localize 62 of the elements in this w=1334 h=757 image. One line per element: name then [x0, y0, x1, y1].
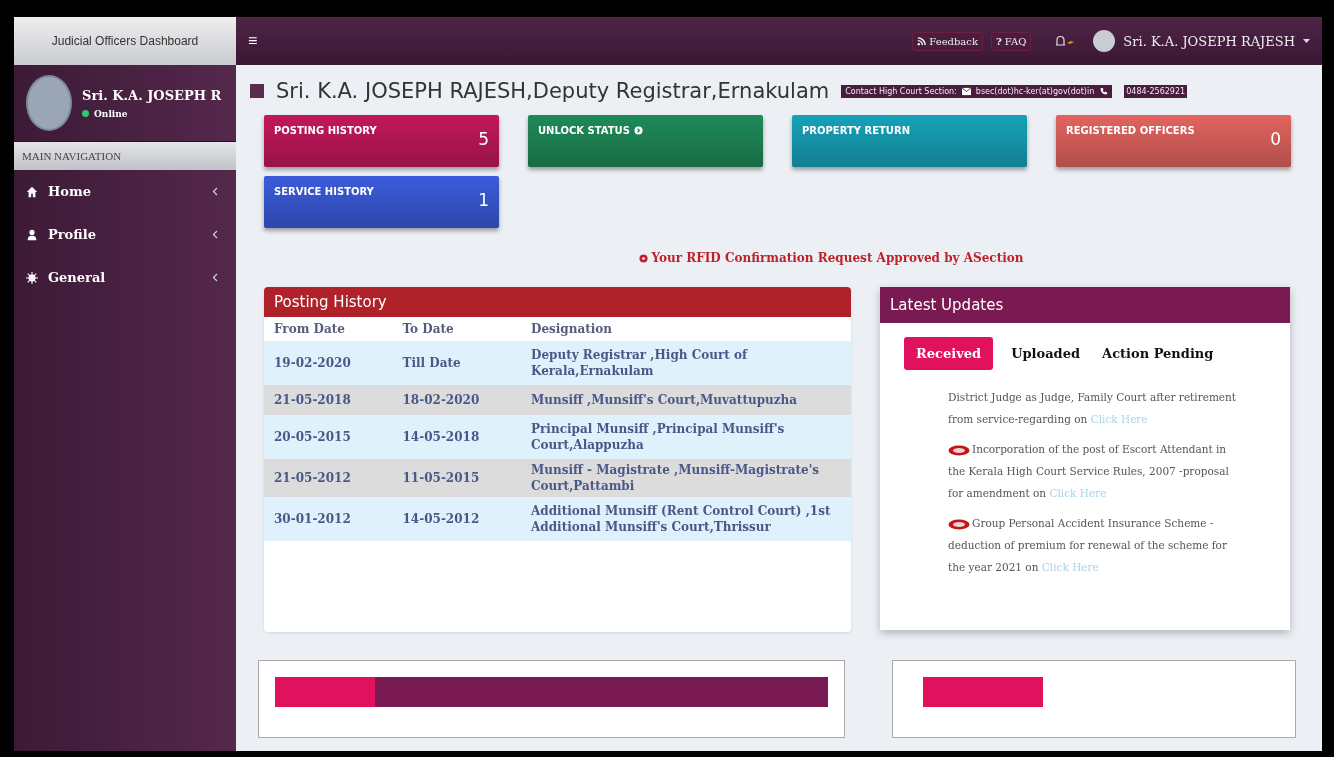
page-icon	[250, 84, 264, 98]
nav-item[interactable]: Home	[14, 170, 236, 213]
table-cell: Munsiff - Magistrate ,Munsiff-Magistrate's Court,Pattambi	[521, 459, 851, 498]
dashboard-tile[interactable]: POSTING HISTORY 5	[264, 115, 499, 167]
column-header: To Date	[392, 317, 521, 341]
dashboard-tile[interactable]: UNLOCK STATUS	[528, 115, 763, 167]
table-cell: Till Date	[392, 341, 521, 385]
top-link[interactable]: ? FAQ	[991, 31, 1032, 51]
nav-header: MAIN NAVIGATION	[14, 142, 236, 170]
bell-icon[interactable]	[1053, 34, 1076, 48]
table-cell: 19-02-2020	[264, 341, 393, 385]
online-status-icon	[82, 110, 89, 117]
phone-number: 0484-2562921	[1124, 84, 1188, 98]
panel-title: Posting History	[264, 287, 851, 317]
mail-icon	[961, 86, 971, 96]
user-name: Sri. K.A. JOSEPH R	[82, 87, 222, 103]
user-avatar[interactable]	[1093, 30, 1116, 52]
home-icon	[26, 185, 38, 198]
chevron-icon	[212, 230, 218, 239]
dashboard-tile[interactable]: REGISTERED OFFICERS 0	[1056, 115, 1291, 167]
table-cell: 20-05-2015	[264, 415, 393, 459]
avatar-photo-placeholder	[26, 75, 72, 131]
table-cell: Principal Munsiff ,Principal Munsiff's Court,Alappuzha	[521, 415, 851, 459]
person-icon	[26, 228, 38, 241]
page-title: Sri. K.A. JOSEPH RAJESH,Deputy Registrar,Ernakulam	[276, 79, 830, 103]
menu-button[interactable]: ≡	[248, 32, 258, 50]
update-text: District Judge as Judge, Family Court after retirement from service-regarding on Click Here	[948, 390, 1238, 427]
user-menu[interactable]: Sri. K.A. JOSEPH RAJESH	[1123, 33, 1310, 49]
column-header: From Date	[264, 317, 393, 341]
tab[interactable]: Uploaded	[1007, 337, 1085, 370]
feed-icon	[917, 36, 927, 46]
nav-item[interactable]: General	[14, 256, 236, 299]
tab[interactable]: Action Pending	[1098, 337, 1218, 370]
status-text: Online	[94, 108, 128, 119]
column-header: Designation	[521, 317, 851, 341]
phone-icon	[1099, 86, 1109, 96]
table-cell: 14-05-2012	[392, 497, 521, 542]
table-cell: 11-05-2015	[392, 459, 521, 498]
table-cell: 21-05-2012	[264, 459, 393, 498]
chevron-icon	[212, 187, 218, 196]
tab[interactable]: Received	[904, 337, 994, 370]
contact-info: Contact High Court Section: bsec(dot)hc-ker(at)gov(dot)in	[841, 84, 1113, 98]
table-cell: Munsiff ,Munsiff's Court,Muvattupuzha	[521, 385, 851, 415]
table-cell: Additional Munsiff (Rent Control Court) ,1st Additional Munsiff's Court,Thrissur	[521, 497, 851, 542]
update-text: Incorporation of the post of Escort Attendant in the Kerala High Court Service Rules, 2007 -proposal for amendment on Click Here	[948, 442, 1230, 501]
table-cell: Deputy Registrar ,High Court of Kerala,Ernakulam	[521, 341, 851, 385]
table-cell: 14-05-2018	[392, 415, 521, 459]
chevron-icon	[212, 273, 218, 282]
brand-title[interactable]: Judicial Officers Dashboard	[14, 17, 236, 65]
update-text: Group Personal Accident Insurance Scheme -deduction of premium for renewal of the scheme for the year 2021 on Click Here	[948, 516, 1228, 575]
caret-icon	[1303, 39, 1310, 43]
panel-title: Latest Updates	[880, 287, 1290, 323]
alert-icon	[638, 253, 648, 263]
nav-item[interactable]: Profile	[14, 213, 236, 256]
circle-arrow-icon	[633, 125, 643, 135]
top-link[interactable]: Feedback	[912, 31, 983, 51]
table-cell: 18-02-2020	[392, 385, 521, 415]
table-cell: 21-05-2018	[264, 385, 393, 415]
dashboard-tile[interactable]: SERVICE HISTORY 1	[264, 176, 499, 228]
table-cell: 30-01-2012	[264, 497, 393, 542]
gear-icon	[26, 271, 38, 284]
alert-message: Your RFID Confirmation Request Approved by ASection	[250, 251, 1292, 265]
